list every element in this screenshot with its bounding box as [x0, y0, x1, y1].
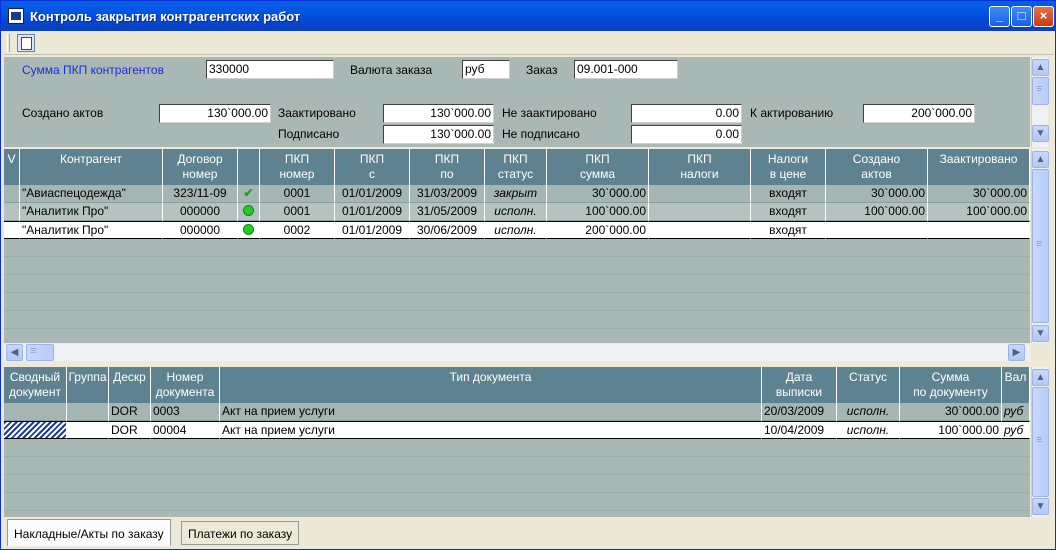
actuated-field[interactable]: 130`000.00 — [383, 104, 494, 123]
document-icon[interactable] — [17, 34, 35, 52]
grid2-header-summary[interactable]: Сводный документ — [4, 367, 67, 403]
scroll-down-icon[interactable]: ▼ — [1032, 498, 1049, 515]
grid1-header-tax-in-price[interactable]: Налоги в цене — [751, 149, 826, 185]
tab-invoices-acts[interactable]: Накладные/Акты по заказу — [7, 519, 171, 546]
bottom-tabs: Накладные/Акты по заказу Платежи по зака… — [4, 519, 1054, 548]
grid1-header-contractor[interactable]: Контрагент — [20, 149, 163, 185]
checkmark-icon: ✔ — [238, 185, 260, 203]
not-signed-field[interactable]: 0.00 — [631, 125, 742, 144]
to-actuate-field[interactable]: 200`000.00 — [863, 104, 975, 123]
scroll-thumb[interactable] — [26, 344, 54, 361]
scroll-down-icon[interactable]: ▼ — [1032, 125, 1049, 142]
grid1-header-status-icon[interactable] — [238, 149, 260, 185]
scroll-thumb[interactable] — [1032, 77, 1049, 105]
grid2-header-currency[interactable]: Вал — [1002, 367, 1030, 403]
contracts-grid: V Контрагент Договор номер ПКП номер ПКП… — [4, 149, 1030, 343]
maximize-button[interactable]: □ — [1011, 6, 1032, 27]
pkp-sum-label: Сумма ПКП контрагентов — [22, 63, 164, 77]
grid1-header-taxes[interactable]: ПКП налоги — [649, 149, 751, 185]
grid2-header-date[interactable]: Дата выписки — [762, 367, 837, 403]
signed-field[interactable]: 130`000.00 — [383, 125, 494, 144]
grid1-vertical-scrollbar[interactable]: ▲ ▼ — [1031, 149, 1049, 343]
minimize-button[interactable]: _ — [989, 6, 1010, 27]
scroll-right-icon[interactable]: ▶ — [1008, 344, 1025, 361]
close-button[interactable]: × — [1033, 6, 1054, 27]
table-row[interactable]: DOR 0003 Акт на прием услуги 20/03/2009 … — [4, 403, 1030, 421]
grid1-header-status[interactable]: ПКП статус — [485, 149, 547, 185]
grid1-header-actuated[interactable]: Заактировано — [928, 149, 1030, 185]
grid1-header-from[interactable]: ПКП с — [335, 149, 410, 185]
grid2-header-descr[interactable]: Дескр — [109, 367, 151, 403]
scroll-down-icon[interactable]: ▼ — [1032, 325, 1049, 342]
grid1-header-v[interactable]: V — [4, 149, 20, 185]
order-field[interactable]: 09.001-000 — [574, 60, 678, 79]
form-scrollbar[interactable]: ▲ ▼ — [1031, 57, 1049, 147]
created-acts-field[interactable]: 130`000.00 — [159, 104, 271, 123]
summary-form: Сумма ПКП контрагентов 330000 Валюта зак… — [4, 57, 1030, 147]
grid1-header-created[interactable]: Создано актов — [826, 149, 928, 185]
currency-label: Валюта заказа — [350, 63, 433, 77]
not-signed-label: Не подписано — [502, 127, 580, 141]
signed-label: Подписано — [278, 127, 340, 141]
scroll-left-icon[interactable]: ◀ — [6, 344, 23, 361]
currency-field[interactable]: руб — [462, 60, 510, 79]
title-bar[interactable]: Контроль закрытия контрагентских работ _… — [1, 1, 1055, 31]
grid1-header-sum[interactable]: ПКП сумма — [547, 149, 649, 185]
not-actuated-field[interactable]: 0.00 — [631, 104, 742, 123]
main-window: Контроль закрытия контрагентских работ _… — [0, 0, 1056, 550]
order-label: Заказ — [526, 63, 558, 77]
grid1-header-contract[interactable]: Договор номер — [163, 149, 238, 185]
green-dot-icon — [238, 221, 260, 239]
table-row[interactable]: "Авиаспецодежда" 323/11-09 ✔ 0001 01/01/… — [4, 185, 1030, 203]
grid2-header-sum[interactable]: Сумма по документу — [900, 367, 1002, 403]
green-dot-icon — [238, 203, 260, 221]
scroll-up-icon[interactable]: ▲ — [1032, 369, 1049, 386]
table-row[interactable]: "Аналитик Про" 000000 0001 01/01/2009 31… — [4, 203, 1030, 221]
table-row[interactable]: DOR 00004 Акт на прием услуги 10/04/2009… — [4, 421, 1030, 439]
actuated-label: Заактировано — [278, 106, 356, 120]
created-acts-label: Создано актов — [22, 106, 104, 120]
app-icon[interactable] — [8, 8, 24, 24]
toolbar-grip[interactable] — [7, 34, 10, 52]
tab-payments[interactable]: Платежи по заказу — [181, 521, 300, 545]
grid2-header-status[interactable]: Статус — [837, 367, 900, 403]
to-actuate-label: К актированию — [750, 106, 834, 120]
scroll-thumb[interactable] — [1032, 169, 1049, 323]
scroll-thumb[interactable] — [1032, 387, 1049, 497]
window-title: Контроль закрытия контрагентских работ — [30, 9, 301, 24]
scroll-up-icon[interactable]: ▲ — [1032, 151, 1049, 168]
grid2-header-number[interactable]: Номер документа — [151, 367, 220, 403]
grid1-header-pkp-no[interactable]: ПКП номер — [260, 149, 335, 185]
grid1-horizontal-scrollbar[interactable]: ◀ ▶ — [4, 344, 1030, 361]
grid2-header-group[interactable]: Группа — [67, 367, 109, 403]
documents-grid: Сводный документ Группа Дескр Номер доку… — [4, 367, 1030, 517]
toolbar — [4, 31, 1054, 55]
grid1-header-to[interactable]: ПКП по — [410, 149, 485, 185]
scroll-up-icon[interactable]: ▲ — [1032, 59, 1049, 76]
grid2-vertical-scrollbar[interactable]: ▲ ▼ — [1031, 367, 1049, 517]
pkp-sum-field[interactable]: 330000 — [206, 60, 334, 79]
not-actuated-label: Не заактировано — [502, 106, 597, 120]
table-row[interactable]: "Аналитик Про" 000000 0002 01/01/2009 30… — [4, 221, 1030, 239]
grid2-header-type[interactable]: Тип документа — [220, 367, 762, 403]
